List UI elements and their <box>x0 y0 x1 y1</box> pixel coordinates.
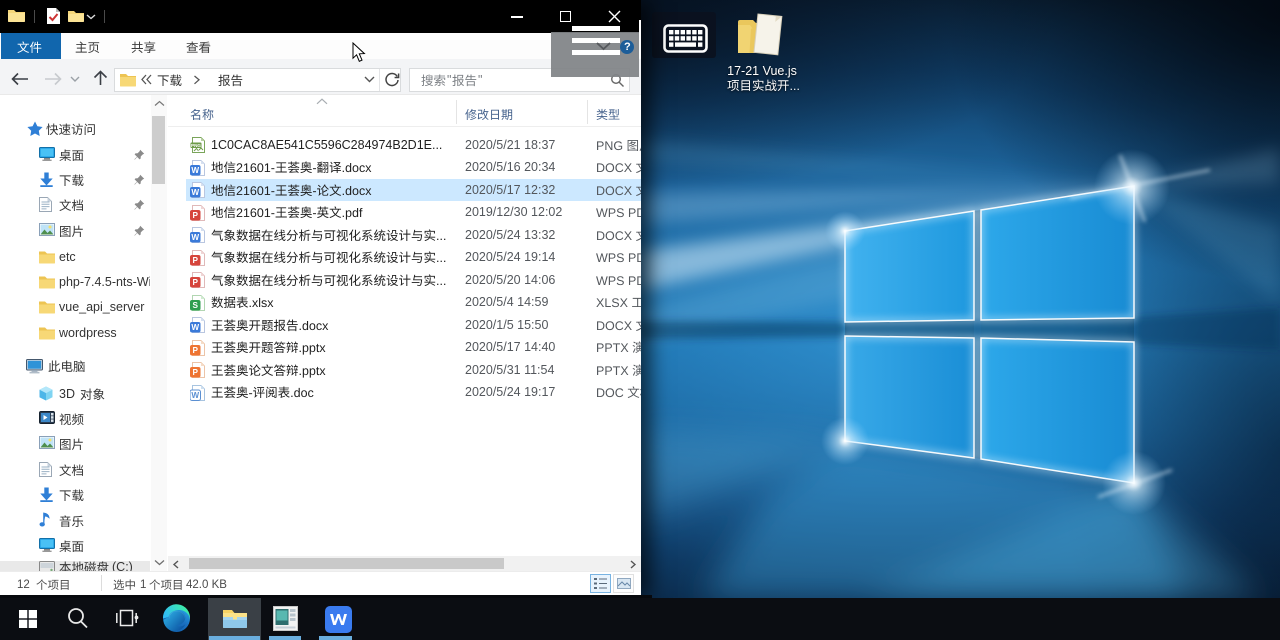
svg-text:W: W <box>191 188 199 197</box>
svg-text:P: P <box>193 346 199 355</box>
svg-text:P: P <box>193 211 199 220</box>
svg-text:P: P <box>193 278 199 287</box>
svg-text:W: W <box>191 233 199 242</box>
svg-text:W: W <box>191 166 199 175</box>
svg-text:W: W <box>191 391 199 400</box>
svg-text:W: W <box>191 323 199 332</box>
svg-text:P: P <box>193 256 199 265</box>
svg-text:P: P <box>193 368 199 377</box>
svg-text:PNG: PNG <box>191 143 201 148</box>
svg-text:S: S <box>193 301 199 310</box>
